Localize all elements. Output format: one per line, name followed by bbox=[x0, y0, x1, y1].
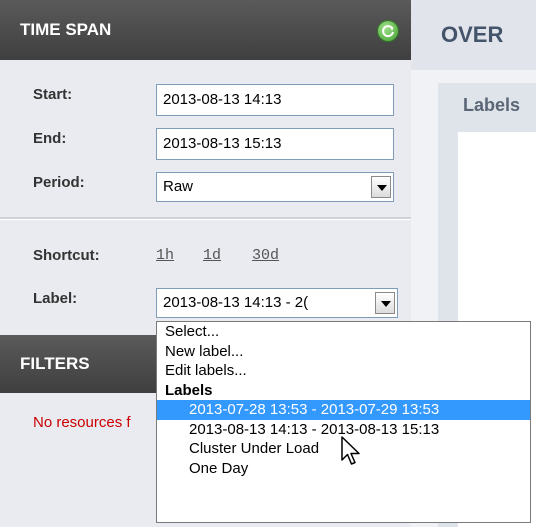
chevron-down-icon[interactable] bbox=[371, 176, 391, 198]
chevron-down-icon[interactable] bbox=[375, 292, 395, 314]
shortcut-30d-link[interactable]: 30d bbox=[252, 247, 279, 264]
label-select-value: 2013-08-13 14:13 - 2( bbox=[163, 294, 309, 311]
labels-card-title: Labels bbox=[463, 95, 521, 115]
label-dropdown-list[interactable]: Select... New label... Edit labels... La… bbox=[156, 321, 531, 523]
overview-title: OVER bbox=[441, 22, 504, 47]
shortcut-1d-link[interactable]: 1d bbox=[203, 247, 221, 264]
divider bbox=[0, 217, 411, 220]
dropdown-option-new-label[interactable]: New label... bbox=[157, 342, 530, 362]
dropdown-option-select[interactable]: Select... bbox=[157, 322, 530, 342]
no-resources-message: No resources f bbox=[33, 414, 131, 431]
filters-title: FILTERS bbox=[20, 354, 90, 373]
start-label: Start: bbox=[33, 86, 73, 103]
end-label: End: bbox=[33, 130, 67, 147]
mouse-pointer-icon bbox=[341, 436, 360, 465]
dropdown-group-labels: Labels bbox=[165, 381, 213, 399]
shortcut-label: Shortcut: bbox=[33, 247, 100, 264]
overview-header: OVER bbox=[411, 0, 536, 70]
time-span-title: TIME SPAN bbox=[20, 20, 112, 39]
time-span-header: TIME SPAN bbox=[0, 0, 411, 60]
label-label: Label: bbox=[33, 290, 78, 307]
start-input[interactable]: 2013-08-13 14:13 bbox=[156, 84, 394, 116]
dropdown-option-edit-labels[interactable]: Edit labels... bbox=[157, 361, 530, 381]
period-select[interactable]: Raw bbox=[156, 172, 394, 202]
period-label: Period: bbox=[33, 174, 85, 191]
dropdown-option-label[interactable]: 2013-07-28 13:53 - 2013-07-29 13:53 bbox=[157, 400, 530, 420]
period-select-value: Raw bbox=[163, 178, 194, 195]
end-input[interactable]: 2013-08-13 15:13 bbox=[156, 128, 394, 160]
refresh-icon[interactable] bbox=[377, 20, 399, 42]
label-select[interactable]: 2013-08-13 14:13 - 2( bbox=[156, 288, 398, 318]
shortcut-1h-link[interactable]: 1h bbox=[156, 247, 174, 264]
